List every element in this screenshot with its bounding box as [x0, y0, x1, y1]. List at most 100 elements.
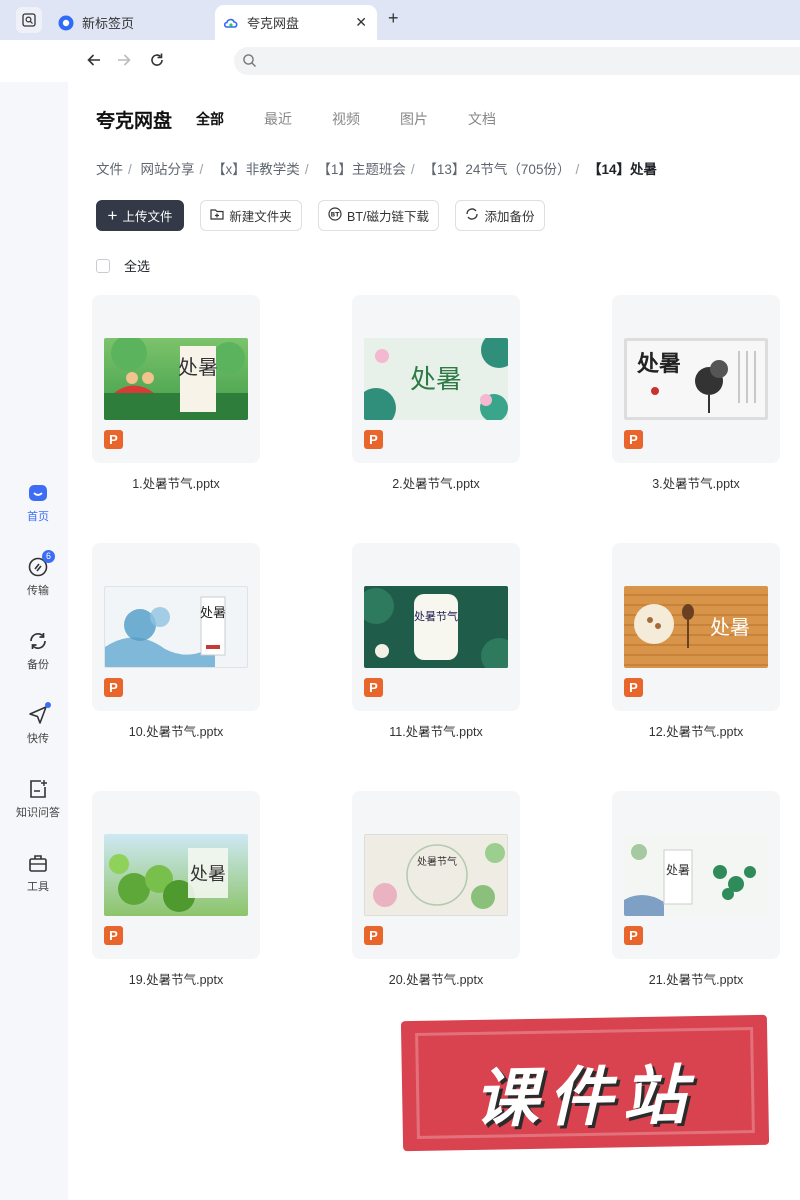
file-thumbnail: 处暑节气	[364, 586, 508, 668]
watermark-text: 课件站	[473, 1059, 697, 1137]
file-thumbnail: 处暑	[624, 834, 768, 916]
sidebar-item-label: 首页	[27, 511, 49, 523]
tab-documents[interactable]: 文档	[468, 109, 496, 129]
bt-icon: BT	[328, 207, 342, 224]
bt-download-button[interactable]: BT BT/磁力链下载	[318, 200, 439, 231]
backup-icon	[27, 630, 49, 652]
sidebar-item-transfer[interactable]: 6 传输	[0, 550, 76, 598]
brand-title: 夸克网盘	[96, 111, 173, 132]
file-name[interactable]: 11.处暑节气.pptx	[336, 721, 536, 740]
sidebar-item-backup[interactable]: 备份	[0, 630, 76, 672]
thumbnail-title: 处暑	[666, 863, 690, 877]
thumbnail-title: 处暑	[710, 616, 750, 639]
select-all-checkbox[interactable]	[96, 258, 110, 273]
reload-icon[interactable]	[147, 50, 167, 70]
file-card[interactable]: 处暑 P	[612, 295, 780, 463]
file-name[interactable]: 1.处暑节气.pptx	[76, 473, 276, 492]
tab-label: 新标签页	[82, 16, 135, 31]
sidebar-item-label: 快传	[27, 733, 49, 745]
breadcrumb-item[interactable]: 【1】主题班会	[317, 162, 406, 177]
back-arrow-icon[interactable]	[84, 50, 104, 70]
new-folder-icon	[210, 207, 224, 224]
tab-images[interactable]: 图片	[400, 109, 428, 129]
tab-all[interactable]: 全部	[196, 109, 224, 129]
tab-cloud-drive[interactable]: 夸克网盘 ✕	[215, 5, 377, 40]
add-backup-label: 添加备份	[484, 210, 535, 224]
pptx-file-icon: P	[364, 678, 383, 697]
breadcrumb-item[interactable]: 【13】24节气（705份）	[423, 162, 570, 177]
sidebar-item-label: 知识问答	[16, 807, 60, 819]
new-folder-button[interactable]: 新建文件夹	[200, 200, 302, 231]
add-backup-button[interactable]: 添加备份	[455, 200, 545, 231]
breadcrumb-current: 【14】处暑	[587, 162, 658, 177]
backup-icon	[465, 207, 479, 224]
tab-search-icon[interactable]	[16, 7, 42, 33]
breadcrumb-item[interactable]: 【x】非教学类	[212, 162, 300, 177]
address-input[interactable]	[234, 47, 800, 75]
quick-send-icon	[27, 702, 51, 726]
sidebar-item-tools[interactable]: 工具	[0, 852, 76, 894]
thumbnail-title: 处暑	[178, 356, 218, 379]
tab-label: 夸克网盘	[247, 16, 300, 31]
tab-video[interactable]: 视频	[332, 109, 360, 129]
new-tab-button[interactable]: +	[388, 8, 399, 29]
plus-icon: +	[107, 206, 118, 225]
file-name[interactable]: 2.处暑节气.pptx	[336, 473, 536, 492]
pptx-file-icon: P	[624, 430, 643, 449]
pptx-file-icon: P	[364, 430, 383, 449]
forward-arrow-icon[interactable]	[114, 50, 134, 70]
thumbnail-title: 处暑	[636, 351, 681, 376]
file-card[interactable]: 处暑 P	[92, 791, 260, 959]
pptx-file-icon: P	[364, 926, 383, 945]
select-all[interactable]: 全选	[96, 256, 150, 275]
thumbnail-title: 处暑节气	[414, 609, 458, 623]
tab-recent[interactable]: 最近	[264, 109, 292, 129]
file-name[interactable]: 10.处暑节气.pptx	[76, 721, 276, 740]
file-name[interactable]: 3.处暑节气.pptx	[596, 473, 796, 492]
cloud-drive-icon	[223, 15, 239, 31]
breadcrumb: 文件 / 网站分享 / 【x】非教学类 / 【1】主题班会 / 【13】24节气（705…	[96, 162, 658, 177]
search-icon	[242, 53, 257, 73]
file-thumbnail: 处暑	[104, 338, 248, 420]
file-card[interactable]: 处暑 P	[612, 791, 780, 959]
svg-text:BT: BT	[331, 212, 341, 219]
upload-button[interactable]: + 上传文件	[96, 200, 184, 231]
tab-new-tab[interactable]: 新标签页	[50, 5, 210, 40]
address-bar-row	[0, 40, 800, 82]
file-thumbnail: 处暑	[104, 586, 248, 668]
transfer-icon: 6	[27, 550, 55, 578]
bt-download-label: BT/磁力链下载	[347, 210, 429, 224]
breadcrumb-item[interactable]: 文件	[96, 162, 123, 177]
sidebar-item-knowledge-qa[interactable]: 知识问答	[0, 778, 76, 820]
sidebar-item-home[interactable]: 首页	[0, 482, 76, 524]
file-name[interactable]: 21.处暑节气.pptx	[596, 969, 796, 988]
pptx-file-icon: P	[624, 678, 643, 697]
watermark-stamp: 课件站	[400, 1014, 770, 1152]
file-card[interactable]: 处暑节气 P	[352, 791, 520, 959]
close-icon[interactable]: ✕	[355, 14, 367, 31]
sidebar-item-quick-send[interactable]: 快传	[0, 702, 76, 746]
file-name[interactable]: 19.处暑节气.pptx	[76, 969, 276, 988]
thumbnail-title: 处暑节气	[417, 855, 457, 868]
sidebar-item-label: 工具	[27, 881, 49, 893]
file-name[interactable]: 12.处暑节气.pptx	[596, 721, 796, 740]
select-all-label: 全选	[124, 259, 151, 274]
file-thumbnail: 处暑	[624, 586, 768, 668]
knowledge-qa-icon	[27, 778, 49, 800]
file-card[interactable]: 处暑 P	[92, 543, 260, 711]
notification-dot	[45, 702, 51, 708]
home-icon	[27, 482, 49, 504]
file-thumbnail: 处暑	[104, 834, 248, 916]
file-card[interactable]: 处暑 P	[612, 543, 780, 711]
thumbnail-title: 处暑	[200, 605, 226, 620]
upload-button-label: 上传文件	[122, 210, 173, 224]
file-card[interactable]: 处暑节气 P	[352, 543, 520, 711]
new-folder-label: 新建文件夹	[229, 210, 292, 224]
file-thumbnail: 处暑节气	[364, 834, 508, 916]
pptx-file-icon: P	[104, 926, 123, 945]
file-card[interactable]: 处暑 P	[92, 295, 260, 463]
file-card[interactable]: 处暑 P	[352, 295, 520, 463]
breadcrumb-item[interactable]: 网站分享	[141, 162, 195, 177]
file-name[interactable]: 20.处暑节气.pptx	[336, 969, 536, 988]
transfer-count-badge: 6	[42, 550, 55, 563]
